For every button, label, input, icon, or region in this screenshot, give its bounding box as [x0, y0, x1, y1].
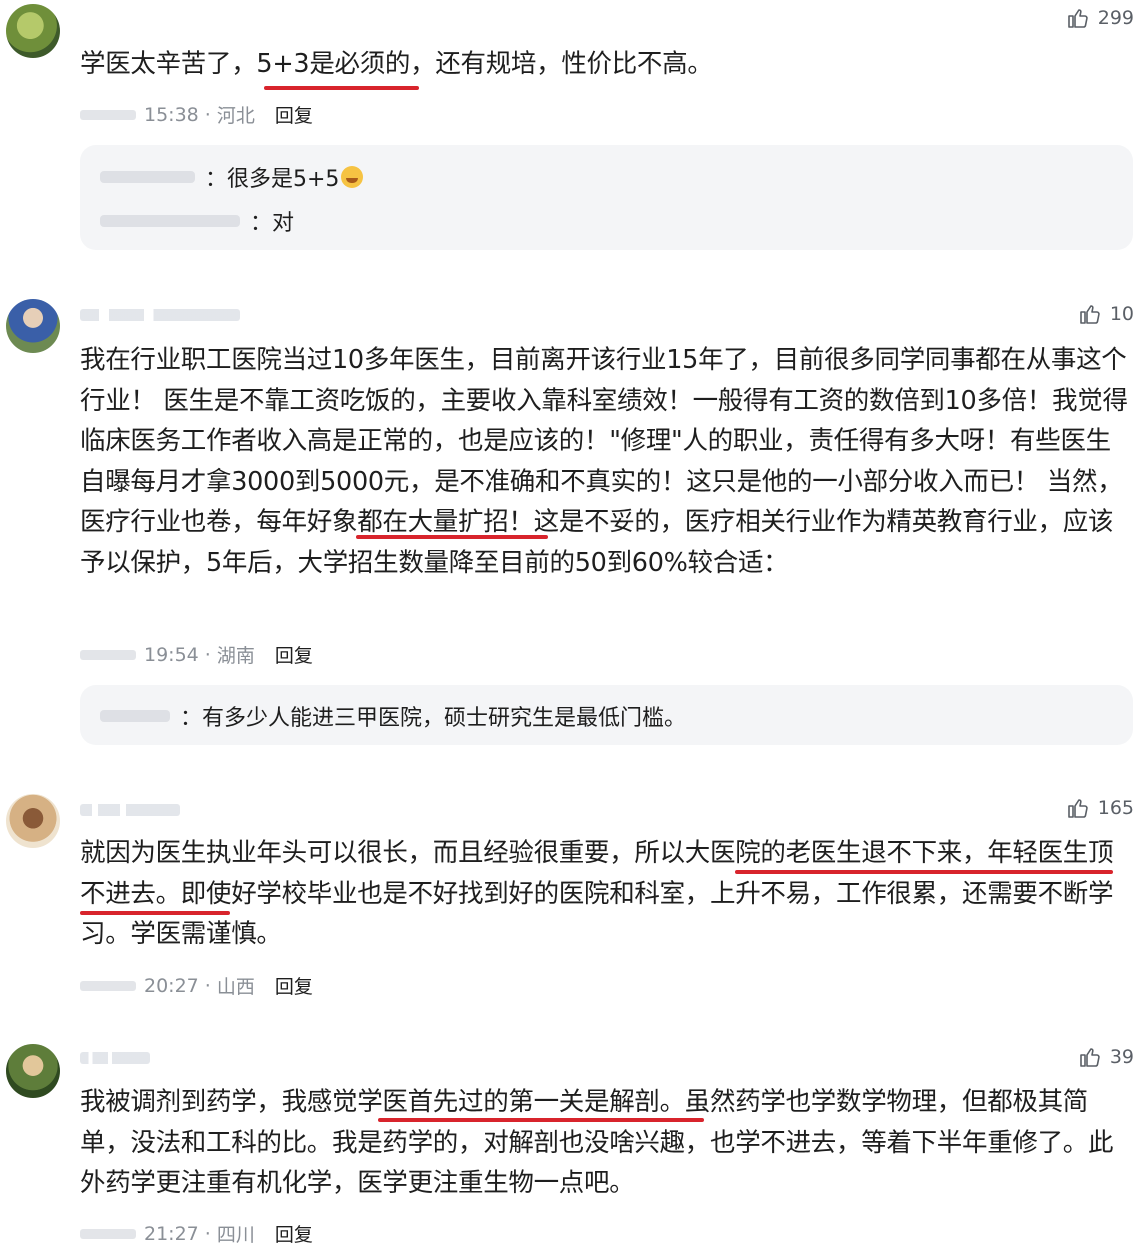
reply-username-blurred — [100, 171, 195, 183]
reply-button[interactable]: 回复 — [275, 972, 313, 999]
like-count: 299 — [1097, 7, 1134, 29]
comment-text: 我被调剂到药学，我感觉学医首先过的第一关是解剖。虽然药学也学数学物理，但都极其简… — [80, 1087, 1114, 1198]
date-blurred — [80, 1228, 136, 1239]
reply-username-blurred — [100, 215, 240, 227]
highlight-underline — [80, 911, 230, 915]
like-button[interactable]: 299 — [1066, 6, 1134, 30]
reply-item: ：对 — [100, 205, 294, 237]
comment-location: 河北 — [216, 105, 255, 127]
comment-3: 165 就因为医生执业年头可以很长，而且经验很重要，所以大医院的老医生退不下来，… — [0, 790, 1148, 1000]
highlight-underline — [735, 870, 1113, 874]
comment-location: 湖南 — [216, 645, 255, 667]
comment-time: 19:54 — [144, 643, 199, 666]
thumbs-up-icon — [1067, 9, 1088, 28]
comment-location: 山西 — [216, 976, 255, 998]
reply-item: ：有多少人能进三甲医院，硕士研究生是最低门槛。 — [100, 700, 686, 732]
reply-username-blurred — [100, 710, 170, 722]
reply-button[interactable]: 回复 — [275, 641, 313, 668]
avatar[interactable] — [6, 794, 60, 848]
thumbs-up-icon — [1067, 799, 1088, 818]
comment-1: 299 学医太辛苦了，5+3是必须的，还有规培，性价比不高。 15:38 · 河… — [0, 0, 1148, 265]
comment-time: 21:27 — [144, 1222, 199, 1245]
comment-text: 我在行业职工医院当过10多年医生，目前离开该行业15年了，目前很多同学同事都在从… — [80, 345, 1128, 578]
reply-text: ：对 — [250, 211, 295, 236]
like-count: 165 — [1097, 797, 1134, 819]
date-blurred — [80, 980, 136, 991]
like-count: 39 — [1109, 1046, 1134, 1068]
like-button[interactable]: 39 — [1078, 1045, 1134, 1069]
like-button[interactable]: 165 — [1066, 796, 1134, 820]
avatar[interactable] — [6, 4, 60, 58]
like-count: 10 — [1109, 303, 1134, 325]
highlight-underline — [264, 86, 419, 90]
avatar[interactable] — [6, 299, 60, 353]
comment-meta: 20:27 · 山西 回复 — [80, 972, 313, 999]
avatar[interactable] — [6, 1044, 60, 1098]
crying-laughing-emoji-icon — [341, 166, 364, 188]
thumbs-up-icon — [1080, 305, 1100, 324]
highlight-underline — [378, 1118, 704, 1122]
username-blurred[interactable] — [80, 1052, 150, 1064]
reply-thread[interactable]: ：有多少人能进三甲医院，硕士研究生是最低门槛。 — [80, 685, 1133, 745]
reply-button[interactable]: 回复 — [275, 101, 313, 128]
username-blurred[interactable] — [80, 804, 180, 816]
comment-meta: 21:27 · 四川 回复 — [80, 1220, 313, 1247]
comment-text: 就因为医生执业年头可以很长，而且经验很重要，所以大医院的老医生退不下来，年轻医生… — [80, 838, 1114, 949]
separator-dot: · — [204, 974, 211, 997]
comment-4: 39 我被调剂到药学，我感觉学医首先过的第一关是解剖。虽然药学也学数学物理，但都… — [0, 1040, 1148, 1248]
reply-text: ：很多是5+5 — [205, 167, 340, 192]
comment-text: 学医太辛苦了，5+3是必须的，还有规培，性价比不高。 — [80, 49, 713, 79]
comment-location: 四川 — [216, 1224, 255, 1246]
thumbs-up-icon — [1080, 1048, 1100, 1067]
comment-meta: 19:54 · 湖南 回复 — [80, 641, 313, 668]
comment-time: 20:27 — [144, 974, 199, 997]
comment-time: 15:38 — [144, 103, 199, 126]
date-blurred — [80, 109, 136, 120]
reply-button[interactable]: 回复 — [275, 1220, 313, 1247]
reply-thread[interactable]: ：很多是5+5 ：对 — [80, 145, 1133, 250]
separator-dot: · — [204, 103, 211, 126]
separator-dot: · — [204, 643, 211, 666]
username-blurred[interactable] — [80, 309, 240, 321]
date-blurred — [80, 649, 136, 660]
separator-dot: · — [204, 1222, 211, 1245]
comment-2: 10 我在行业职工医院当过10多年医生，目前离开该行业15年了，目前很多同学同事… — [0, 295, 1148, 755]
reply-item: ：很多是5+5 — [100, 161, 364, 193]
reply-text: ：有多少人能进三甲医院，硕士研究生是最低门槛。 — [180, 706, 687, 731]
like-button[interactable]: 10 — [1078, 302, 1134, 326]
comment-meta: 15:38 · 河北 回复 — [80, 101, 313, 128]
highlight-underline — [356, 535, 548, 539]
